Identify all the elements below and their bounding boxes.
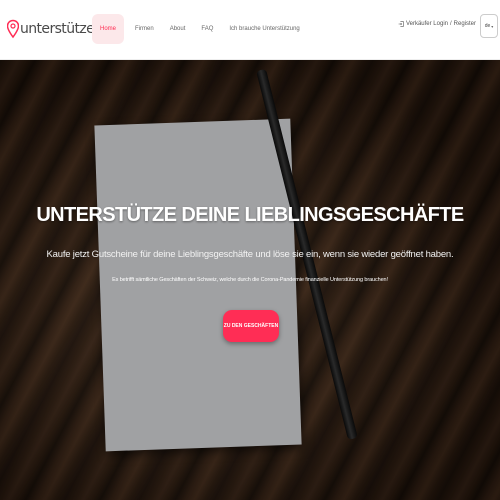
map-pin-icon xyxy=(7,19,19,39)
to-shops-button[interactable]: ZU DEN GESCHÄFTEN xyxy=(223,310,279,342)
nav-item-home[interactable]: Home xyxy=(92,14,125,44)
language-select[interactable]: de ▾ xyxy=(480,14,498,38)
link-separator: / xyxy=(449,21,452,27)
nav-item-firmen[interactable]: Firmen xyxy=(127,14,162,44)
nav-item-about[interactable]: About xyxy=(162,14,194,44)
language-value: de xyxy=(484,23,491,29)
nav-item-faq[interactable]: FAQ xyxy=(193,14,221,44)
hero-info-text: Es betrifft sämtliche Geschäften der Sch… xyxy=(112,277,388,283)
hero-title: UNTERSTÜTZE DEINE LIEBLINGSGESCHÄFTE xyxy=(36,204,464,226)
top-navbar: unterstütze.ch Home Firmen About FAQ Ich… xyxy=(0,0,500,60)
sign-in-icon xyxy=(398,21,404,27)
account-links: Verkäufer Login / Register xyxy=(398,21,476,27)
register-link[interactable]: Register xyxy=(454,21,476,27)
main-nav: Home Firmen About FAQ Ich brauche Unters… xyxy=(92,14,308,44)
nav-item-ich-brauche-unterstuetzung[interactable]: Ich brauche Unterstützung xyxy=(221,14,307,44)
chevron-down-icon: ▾ xyxy=(491,23,494,29)
hero-subtitle: Kaufe jetzt Gutscheine für deine Lieblin… xyxy=(46,249,454,260)
vendor-login-link[interactable]: Verkäufer Login xyxy=(406,21,448,27)
hero-section: UNTERSTÜTZE DEINE LIEBLINGSGESCHÄFTE Kau… xyxy=(0,60,500,500)
